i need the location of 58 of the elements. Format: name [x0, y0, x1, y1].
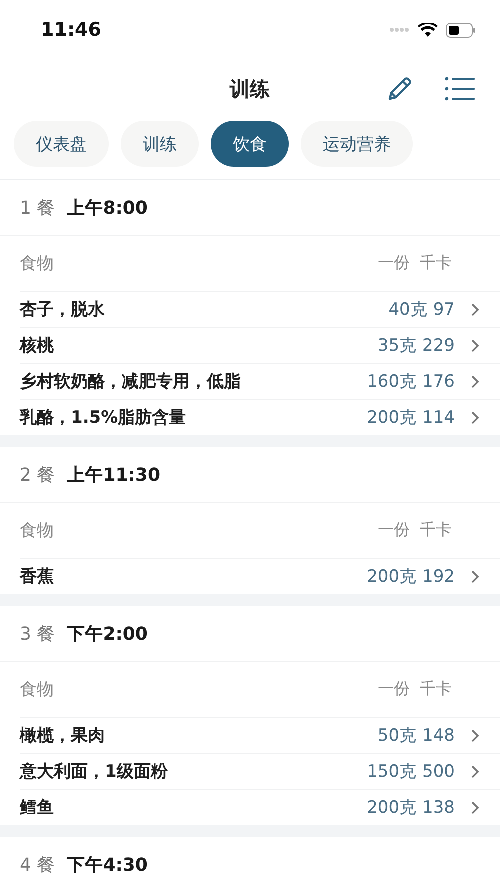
- status-time: 11:46: [41, 19, 102, 41]
- column-header: 千卡: [420, 253, 452, 274]
- tab[interactable]: 饮食: [211, 121, 289, 167]
- meal-time: 下午4:30: [67, 854, 148, 876]
- food-name[interactable]: 意大利面，1级面粉: [20, 760, 362, 783]
- chevron-right-icon[interactable]: [471, 728, 480, 742]
- column-header: 食物: [20, 520, 55, 542]
- chevron-right-icon[interactable]: [471, 302, 480, 316]
- meal-time: 上午11:30: [67, 464, 160, 486]
- chevron-right-icon[interactable]: [471, 570, 480, 584]
- chevron-right-icon[interactable]: [471, 800, 480, 814]
- serving-amount: 160克: [367, 371, 417, 393]
- battery-icon: [446, 22, 476, 38]
- food-name[interactable]: 乡村软奶酪，减肥专用，低脂: [20, 370, 362, 393]
- serving-amount: 200克: [367, 566, 417, 588]
- kcal-value: 500: [422, 762, 455, 782]
- serving-amount: 50克: [378, 725, 417, 747]
- kcal-value: 148: [422, 726, 455, 746]
- wifi-icon: [418, 22, 438, 38]
- kcal-value: 97: [433, 300, 455, 320]
- kcal-value: 176: [422, 372, 455, 392]
- serving-amount: 200克: [367, 797, 417, 819]
- column-header: 千卡: [420, 679, 452, 700]
- tab[interactable]: 运动营养: [301, 121, 413, 167]
- meal-number: 4 餐: [20, 854, 56, 876]
- column-header: 一份: [378, 253, 410, 274]
- serving-amount: 150克: [367, 761, 417, 783]
- column-header: 一份: [378, 679, 410, 700]
- kcal-value: 114: [422, 408, 455, 428]
- chevron-right-icon[interactable]: [471, 338, 480, 352]
- kcal-value: 138: [422, 798, 455, 818]
- tab[interactable]: 仪表盘: [14, 121, 109, 167]
- column-header: 千卡: [420, 520, 452, 541]
- chevron-right-icon[interactable]: [471, 374, 480, 388]
- column-header: 一份: [378, 520, 410, 541]
- food-name[interactable]: 鳕鱼: [20, 796, 362, 819]
- meal-time: 下午2:00: [67, 622, 148, 646]
- meal-number: 1 餐: [20, 196, 56, 220]
- page-title: 训练: [230, 76, 270, 102]
- food-name[interactable]: 杏子，脱水: [20, 298, 383, 321]
- serving-amount: 40克: [388, 299, 428, 321]
- column-header: 食物: [20, 679, 55, 701]
- food-name[interactable]: 橄榄，果肉: [20, 724, 372, 747]
- kcal-value: 229: [422, 336, 455, 356]
- column-header: 食物: [20, 253, 55, 275]
- meal-number: 2 餐: [20, 464, 56, 486]
- food-name[interactable]: 香蕉: [20, 565, 362, 588]
- food-name[interactable]: 乳酪，1.5%脂肪含量: [20, 406, 362, 429]
- serving-amount: 35克: [378, 335, 417, 357]
- chevron-right-icon[interactable]: [471, 764, 480, 778]
- meal-time: 上午8:00: [67, 196, 148, 220]
- meal-number: 3 餐: [20, 622, 56, 646]
- tab[interactable]: 训练: [121, 121, 199, 167]
- serving-amount: 200克: [367, 407, 417, 429]
- signal-icon: [390, 28, 410, 32]
- chevron-right-icon[interactable]: [471, 410, 480, 424]
- food-name[interactable]: 核桃: [20, 334, 372, 357]
- kcal-value: 192: [422, 566, 455, 586]
